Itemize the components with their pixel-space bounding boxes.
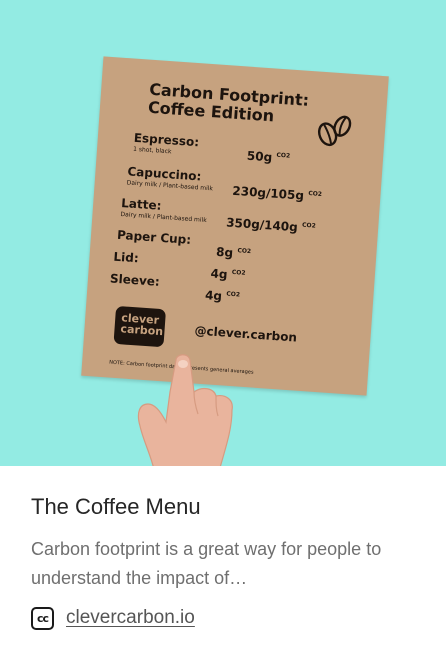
- row-latte-name: Latte:: [120, 196, 162, 213]
- hand-image: [137, 354, 233, 466]
- row-latte-value: 350g/140g CO2: [225, 215, 316, 235]
- row-sleeve-value: 4g CO2: [204, 288, 241, 304]
- logo-line2: carbon: [120, 322, 164, 339]
- row-lid-value: 4g CO2: [210, 266, 246, 282]
- row-capuccino-value: 230g/105g CO2: [231, 183, 323, 203]
- card-title[interactable]: The Coffee Menu: [31, 494, 201, 520]
- card-description: Carbon footprint is a great way for peop…: [31, 539, 382, 588]
- source-row[interactable]: cc clevercarbon.io: [31, 604, 195, 632]
- clever-carbon-logo: clever carbon: [113, 305, 167, 348]
- link-preview-card[interactable]: Carbon Footprint: Coffee Edition Espress…: [0, 0, 446, 663]
- row-espresso-value: 50g CO2: [246, 148, 291, 165]
- social-handle: @clever.carbon: [194, 323, 298, 345]
- cardboard-sign: Carbon Footprint: Coffee Edition Espress…: [81, 56, 389, 396]
- coffee-beans-icon: [317, 115, 352, 147]
- source-link[interactable]: clevercarbon.io: [66, 607, 195, 629]
- sign-title: Carbon Footprint: Coffee Edition: [147, 80, 309, 128]
- cc-logo-icon: cc: [31, 606, 54, 630]
- row-papercup-name: Paper Cup:: [116, 227, 192, 247]
- row-espresso-sub: 1 shot, black: [132, 145, 172, 156]
- row-latte-sub: Dairy milk / Plant-based milk: [120, 210, 207, 225]
- row-lid-name: Lid:: [113, 249, 140, 266]
- preview-image[interactable]: Carbon Footprint: Coffee Edition Espress…: [0, 0, 446, 466]
- row-sleeve-name: Sleeve:: [109, 271, 161, 289]
- row-papercup-value: 8g CO2: [215, 244, 252, 260]
